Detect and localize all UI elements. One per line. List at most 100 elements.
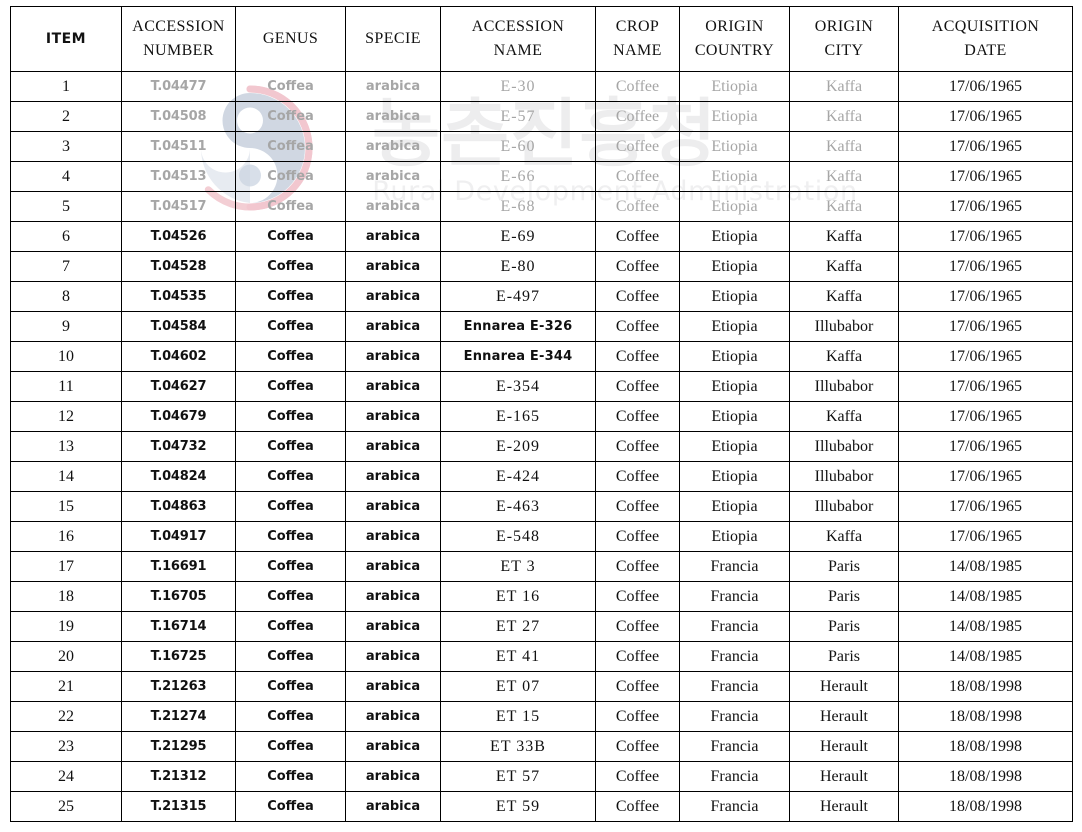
cell-specie[interactable]: arabica [345, 221, 441, 252]
cell-item[interactable]: 14 [10, 461, 122, 492]
cell-specie[interactable]: arabica [345, 341, 441, 372]
cell-accession-name[interactable]: ET 16 [440, 581, 596, 612]
cell-origin-city[interactable]: Kaffa [789, 401, 899, 432]
cell-origin-city[interactable]: Kaffa [789, 251, 899, 282]
cell-item[interactable]: 25 [10, 791, 122, 822]
cell-item[interactable]: 12 [10, 401, 122, 432]
cell-acquisition-date[interactable]: 17/06/1965 [898, 101, 1073, 132]
cell-specie[interactable]: arabica [345, 641, 441, 672]
cell-origin-city[interactable]: Illubabor [789, 461, 899, 492]
table-row[interactable]: 6 T.04526 Coffea arabica E-69 Coffee Etiopia Ka… [10, 221, 1073, 252]
cell-accession-number[interactable]: T.04732 [121, 431, 236, 462]
cell-origin-country[interactable]: Etiopia [679, 221, 790, 252]
cell-accession-number[interactable]: T.04824 [121, 461, 236, 492]
cell-genus[interactable]: Coffea [235, 671, 346, 702]
cell-origin-country[interactable]: Etiopia [679, 251, 790, 282]
cell-item[interactable]: 19 [10, 611, 122, 642]
cell-crop-name[interactable]: Coffee [595, 311, 680, 342]
cell-crop-name[interactable]: Coffee [595, 791, 680, 822]
cell-crop-name[interactable]: Coffee [595, 101, 680, 132]
cell-specie[interactable]: arabica [345, 191, 441, 222]
cell-genus[interactable]: Coffea [235, 611, 346, 642]
cell-genus[interactable]: Coffea [235, 101, 346, 132]
cell-specie[interactable]: arabica [345, 731, 441, 762]
cell-accession-number[interactable]: T.21263 [121, 671, 236, 702]
cell-accession-name[interactable]: E-69 [440, 221, 596, 252]
cell-origin-city[interactable]: Kaffa [789, 161, 899, 192]
cell-genus[interactable]: Coffea [235, 401, 346, 432]
cell-origin-country[interactable]: Francia [679, 611, 790, 642]
column-header-specie[interactable]: SPECIE [345, 6, 441, 72]
cell-specie[interactable]: arabica [345, 791, 441, 822]
cell-accession-number[interactable]: T.21295 [121, 731, 236, 762]
cell-origin-city[interactable]: Kaffa [789, 101, 899, 132]
cell-acquisition-date[interactable]: 18/08/1998 [898, 671, 1073, 702]
cell-accession-number[interactable]: T.21274 [121, 701, 236, 732]
cell-specie[interactable]: arabica [345, 761, 441, 792]
table-row[interactable]: 21 T.21263 Coffea arabica ET 07 Coffee Francia… [10, 671, 1073, 702]
cell-origin-city[interactable]: Herault [789, 671, 899, 702]
cell-accession-name[interactable]: E-497 [440, 281, 596, 312]
cell-acquisition-date[interactable]: 17/06/1965 [898, 341, 1073, 372]
cell-accession-number[interactable]: T.04517 [121, 191, 236, 222]
cell-item[interactable]: 13 [10, 431, 122, 462]
cell-item[interactable]: 22 [10, 701, 122, 732]
cell-item[interactable]: 17 [10, 551, 122, 582]
cell-origin-city[interactable]: Illubabor [789, 311, 899, 342]
cell-origin-country[interactable]: Francia [679, 551, 790, 582]
cell-crop-name[interactable]: Coffee [595, 131, 680, 162]
cell-origin-country[interactable]: Etiopia [679, 191, 790, 222]
table-row[interactable]: 15 T.04863 Coffea arabica E-463 Coffee Etiopia… [10, 491, 1073, 522]
cell-origin-country[interactable]: Francia [679, 761, 790, 792]
column-header-origin-city[interactable]: ORIGIN CITY [789, 6, 899, 72]
cell-specie[interactable]: arabica [345, 521, 441, 552]
cell-accession-number[interactable]: T.16705 [121, 581, 236, 612]
cell-crop-name[interactable]: Coffee [595, 641, 680, 672]
cell-acquisition-date[interactable]: 17/06/1965 [898, 431, 1073, 462]
cell-acquisition-date[interactable]: 18/08/1998 [898, 701, 1073, 732]
column-header-accession-name[interactable]: ACCESSION NAME [440, 6, 596, 72]
cell-crop-name[interactable]: Coffee [595, 191, 680, 222]
table-row[interactable]: 25 T.21315 Coffea arabica ET 59 Coffee Francia… [10, 791, 1073, 822]
cell-accession-number[interactable]: T.04513 [121, 161, 236, 192]
cell-accession-number[interactable]: T.04627 [121, 371, 236, 402]
cell-origin-city[interactable]: Kaffa [789, 191, 899, 222]
cell-acquisition-date[interactable]: 17/06/1965 [898, 131, 1073, 162]
cell-genus[interactable]: Coffea [235, 221, 346, 252]
cell-origin-city[interactable]: Paris [789, 641, 899, 672]
cell-origin-country[interactable]: Etiopia [679, 461, 790, 492]
cell-specie[interactable]: arabica [345, 371, 441, 402]
column-header-acquisition-date[interactable]: ACQUISITION DATE [898, 6, 1073, 72]
cell-accession-name[interactable]: ET 41 [440, 641, 596, 672]
cell-genus[interactable]: Coffea [235, 311, 346, 342]
cell-accession-number[interactable]: T.04511 [121, 131, 236, 162]
cell-acquisition-date[interactable]: 17/06/1965 [898, 221, 1073, 252]
cell-origin-city[interactable]: Paris [789, 581, 899, 612]
cell-accession-number[interactable]: T.04584 [121, 311, 236, 342]
cell-origin-country[interactable]: Francia [679, 731, 790, 762]
cell-crop-name[interactable]: Coffee [595, 551, 680, 582]
cell-origin-city[interactable]: Herault [789, 791, 899, 822]
cell-item[interactable]: 7 [10, 251, 122, 282]
cell-specie[interactable]: arabica [345, 671, 441, 702]
cell-accession-name[interactable]: E-424 [440, 461, 596, 492]
cell-genus[interactable]: Coffea [235, 701, 346, 732]
table-row[interactable]: 19 T.16714 Coffea arabica ET 27 Coffee Francia… [10, 611, 1073, 642]
cell-crop-name[interactable]: Coffee [595, 431, 680, 462]
cell-item[interactable]: 5 [10, 191, 122, 222]
cell-acquisition-date[interactable]: 14/08/1985 [898, 551, 1073, 582]
cell-origin-country[interactable]: Etiopia [679, 101, 790, 132]
cell-genus[interactable]: Coffea [235, 791, 346, 822]
cell-crop-name[interactable]: Coffee [595, 761, 680, 792]
cell-crop-name[interactable]: Coffee [595, 341, 680, 372]
cell-item[interactable]: 21 [10, 671, 122, 702]
cell-acquisition-date[interactable]: 17/06/1965 [898, 461, 1073, 492]
cell-origin-country[interactable]: Francia [679, 581, 790, 612]
cell-origin-country[interactable]: Francia [679, 701, 790, 732]
cell-origin-city[interactable]: Kaffa [789, 131, 899, 162]
cell-acquisition-date[interactable]: 17/06/1965 [898, 161, 1073, 192]
cell-origin-country[interactable]: Etiopia [679, 341, 790, 372]
cell-specie[interactable]: arabica [345, 251, 441, 282]
cell-acquisition-date[interactable]: 17/06/1965 [898, 521, 1073, 552]
cell-specie[interactable]: arabica [345, 131, 441, 162]
